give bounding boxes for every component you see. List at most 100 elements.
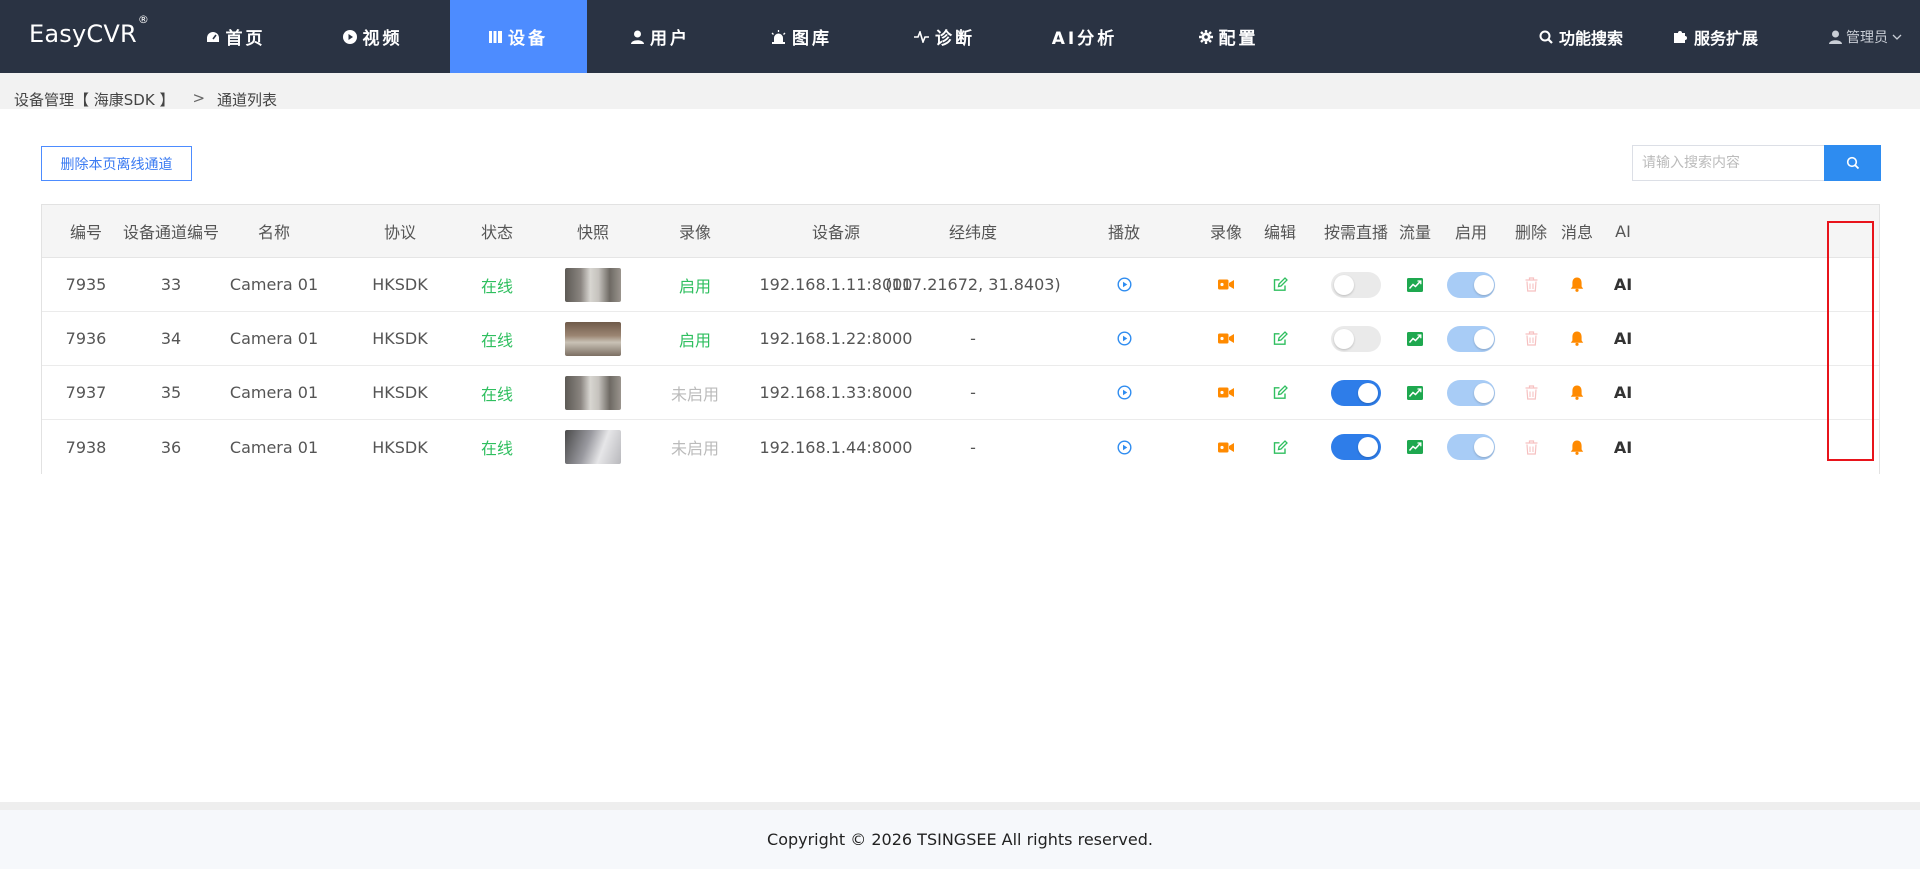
nav-item-ai-analysis[interactable]: AI分析 [1016,0,1153,73]
nav-item-home[interactable]: 首页 [167,0,304,73]
ai-button[interactable]: AI [1614,383,1632,402]
search-input[interactable] [1632,145,1824,181]
enable-toggle[interactable] [1447,325,1495,352]
delete-icon [1525,277,1537,292]
traffic-button[interactable] [1407,385,1423,400]
nav-item-gallery[interactable]: 图库 [733,0,870,73]
enable-toggle[interactable] [1447,271,1495,298]
breadcrumb-bar: 设备管理【 海康SDK 】 > 通道列表 [0,73,1920,109]
feature-search-button[interactable]: 功能搜索 [1539,0,1623,73]
ai-button[interactable]: AI [1614,438,1632,457]
play-circle-icon [342,29,357,44]
toggle-knob [1358,437,1378,457]
play-button[interactable] [1116,439,1132,455]
on-demand-toggle[interactable] [1331,271,1381,298]
edit-icon [1273,385,1288,399]
registered-mark: ® [137,13,150,26]
cell-protocol: HKSDK [372,275,428,294]
traffic-button[interactable] [1407,331,1423,346]
ai-button[interactable]: AI [1614,275,1632,294]
message-button[interactable] [1570,277,1584,292]
cell-id: 7935 [65,275,107,294]
record-button[interactable] [1218,442,1234,453]
delete-offline-channels-button[interactable]: 删除本页离线通道 [41,146,192,181]
cell-traffic [1391,420,1439,474]
video-camera-icon [1218,387,1234,398]
cell-delete [1507,366,1555,419]
copyright-text: Copyright © 2026 TSINGSEE All rights res… [767,830,1153,849]
column-header-delete: 删除 [1514,223,1547,242]
cell-enable [1447,312,1495,365]
service-extension-button[interactable]: 服务扩展 [1673,0,1758,73]
cell-name: Camera 01 [229,437,319,457]
nav-item-user[interactable]: 用户 [592,0,729,73]
snapshot-thumbnail[interactable] [565,375,621,410]
edit-button[interactable] [1273,331,1288,346]
record-button[interactable] [1218,279,1234,290]
traffic-chart-icon [1407,331,1423,346]
column-header-on-demand: 按需直播 [1323,223,1388,242]
cell-channel-number: 36 [160,437,182,457]
nav-item-ai-analysis-label: AI分析 [1051,29,1118,49]
breadcrumb-parent[interactable]: 设备管理【 海康SDK 】 [14,89,174,110]
puzzle-icon [1674,31,1687,43]
video-camera-icon [1218,333,1234,344]
message-button[interactable] [1570,331,1584,346]
user-menu[interactable]: 管理员 [1825,0,1906,73]
search-button[interactable] [1824,145,1881,181]
message-button[interactable] [1570,440,1584,455]
enable-toggle[interactable] [1447,434,1495,460]
cell-traffic [1391,312,1439,365]
cell-id: 7937 [65,383,107,402]
delete-icon [1525,439,1537,455]
cell-snapshot [546,312,640,365]
nav-item-video[interactable]: 视频 [304,0,441,73]
cell-snapshot [546,258,640,311]
table-row: 7938 36 Camera 01 HKSDK 在线 未启用 192.168.1.44:80… [42,420,1879,474]
snapshot-thumbnail[interactable] [565,430,621,464]
nav-item-device[interactable]: 设备 [450,0,587,73]
ai-button[interactable]: AI [1614,329,1632,348]
user-avatar-icon [1829,30,1842,44]
on-demand-toggle[interactable] [1331,325,1381,352]
nav-item-config[interactable]: 配置 [1160,0,1297,73]
cell-edit [1256,420,1304,474]
gear-icon [1198,29,1213,44]
cell-enable [1447,366,1495,419]
play-button[interactable] [1116,277,1132,292]
footer: Copyright © 2026 TSINGSEE All rights res… [0,810,1920,869]
play-button[interactable] [1116,385,1132,400]
snapshot-thumbnail[interactable] [565,267,621,302]
nav-item-diagnosis[interactable]: 诊断 [876,0,1013,73]
delete-button[interactable] [1525,277,1538,292]
edit-button[interactable] [1273,439,1288,455]
nav-item-gallery-label: 图库 [792,29,832,49]
delete-button[interactable] [1525,439,1538,455]
enable-toggle[interactable] [1447,379,1495,406]
on-demand-toggle[interactable] [1331,379,1381,406]
cell-protocol: HKSDK [372,329,428,348]
feature-search-label: 功能搜索 [1559,28,1624,48]
cell-protocol: HKSDK [372,437,428,457]
traffic-button[interactable] [1407,440,1423,454]
edit-button[interactable] [1273,277,1288,292]
delete-button[interactable] [1525,331,1538,346]
record-button[interactable] [1218,333,1234,344]
record-button[interactable] [1218,387,1234,398]
edit-button[interactable] [1273,385,1288,400]
traffic-chart-icon [1407,385,1423,400]
app-logo[interactable]: EasyCVR® [29,13,149,48]
bell-icon [1570,385,1584,400]
delete-button[interactable] [1525,385,1538,400]
message-button[interactable] [1570,385,1584,400]
play-icon [1116,439,1132,455]
traffic-button[interactable] [1407,277,1423,292]
cell-ai: AI [1603,312,1643,365]
column-header-record-action: 录像 [1209,223,1242,242]
play-button[interactable] [1116,331,1132,346]
edit-icon [1273,277,1288,291]
snapshot-thumbnail[interactable] [565,321,621,356]
column-header-channel: 设备通道编号 [122,223,219,242]
on-demand-toggle[interactable] [1331,434,1381,460]
breadcrumb: 设备管理【 海康SDK 】 > 通道列表 [14,89,277,110]
